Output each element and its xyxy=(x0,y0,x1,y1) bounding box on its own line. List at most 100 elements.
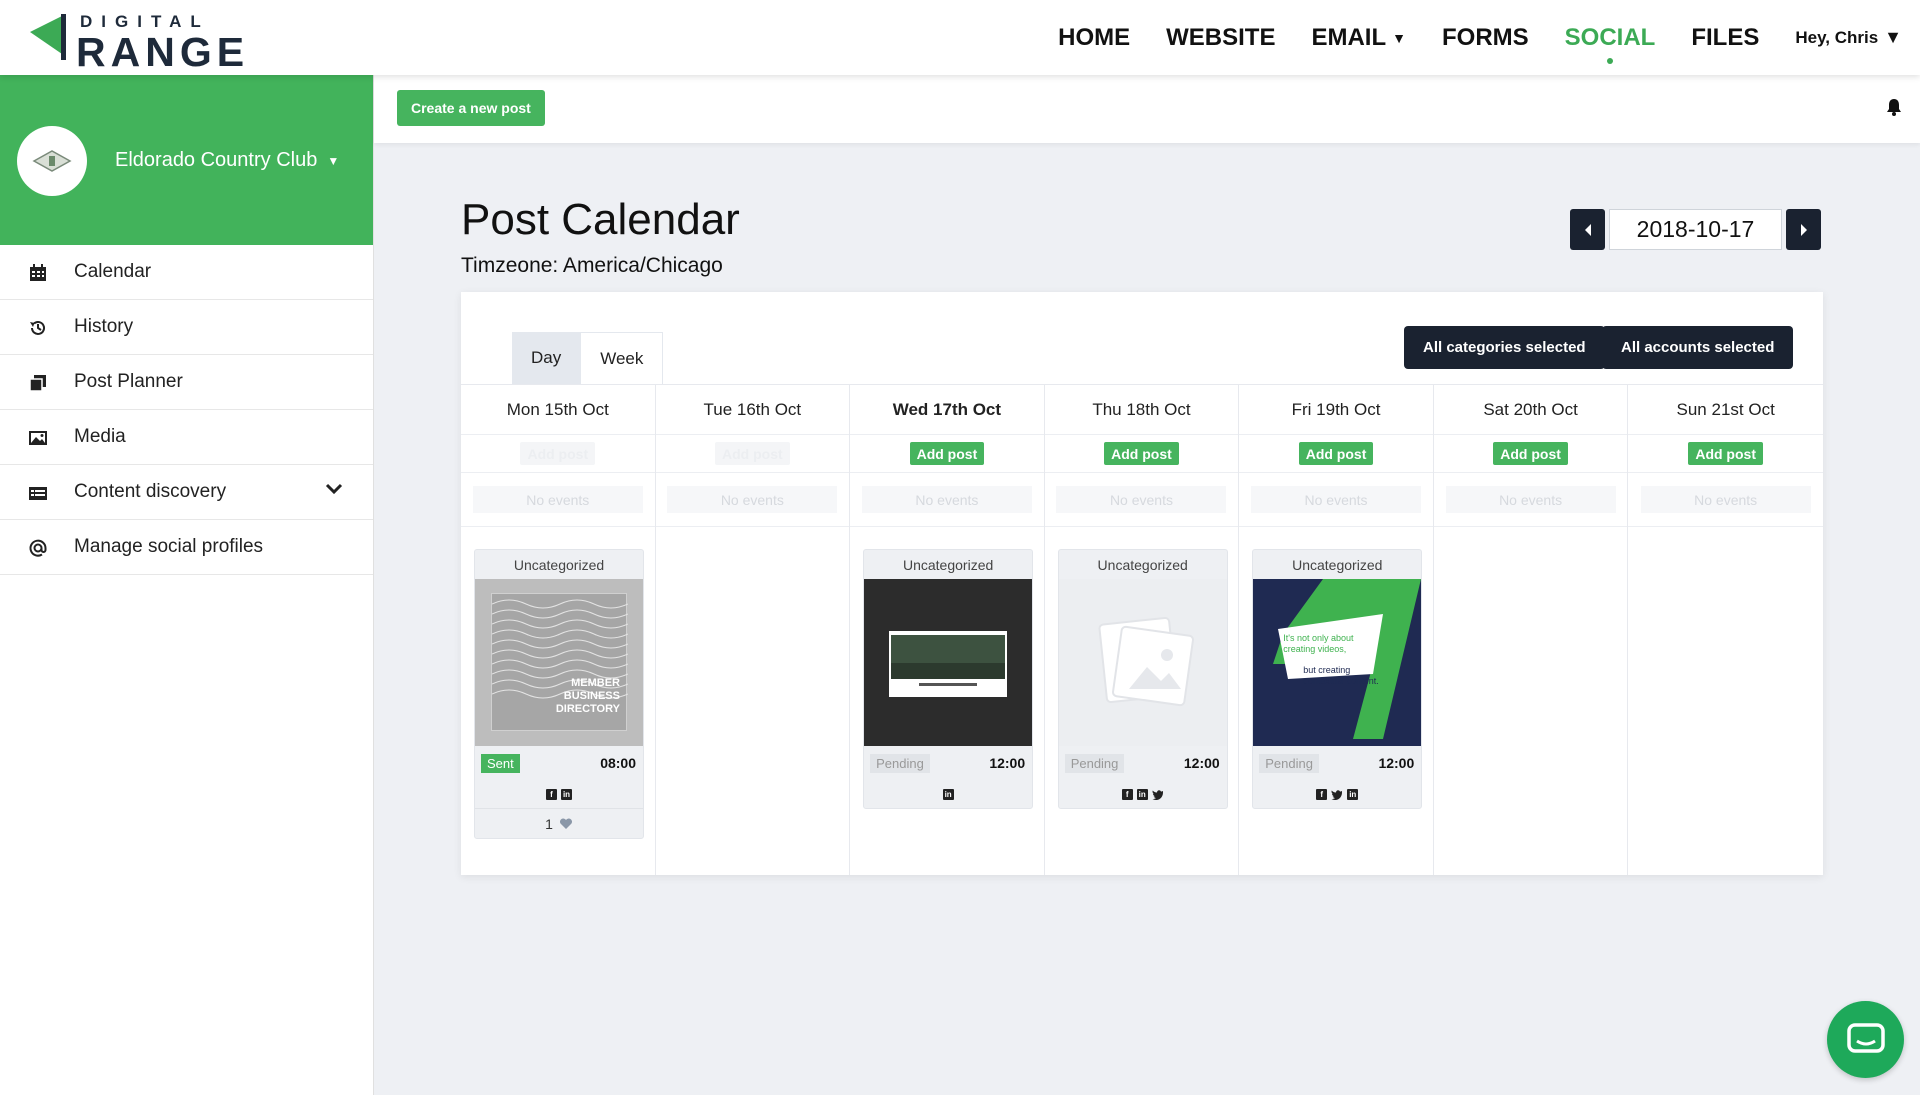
promo-text-line: but creating xyxy=(1303,665,1351,675)
post-thumbnail[interactable] xyxy=(1058,579,1227,746)
post-thumbnail[interactable]: MEMBER BUSINESS DIRECTORY xyxy=(475,579,643,746)
linkedin-icon: in xyxy=(1136,789,1148,800)
post-category: Uncategorized xyxy=(902,556,994,573)
chevron-down-icon[interactable] xyxy=(325,483,343,495)
post-card[interactable]: Uncategorized MEMBER BUSINESS DIRECTORY … xyxy=(474,549,644,839)
chat-launcher-button[interactable] xyxy=(1827,1001,1904,1078)
post-meta: Pending 12:00 xyxy=(864,746,1032,781)
add-post-button[interactable]: Add post xyxy=(909,442,985,465)
sidebar-item-label: Manage social profiles xyxy=(74,536,264,557)
linkedin-icon: in xyxy=(1347,789,1359,800)
logo-main-text: RANGE xyxy=(76,29,250,75)
add-post-row: Add post xyxy=(1044,435,1239,473)
sidebar-item-manage-social-profiles[interactable]: Manage social profiles xyxy=(0,520,373,575)
promo-subtext: but creating contextual content. xyxy=(1303,665,1393,687)
facebook-icon: f xyxy=(546,789,557,800)
post-time: 12:00 xyxy=(1183,755,1220,771)
digital-range-logo[interactable]: DIGITAL RANGE xyxy=(28,10,248,74)
status-badge: Pending xyxy=(870,754,930,773)
post-category: Uncategorized xyxy=(1097,556,1188,573)
sidebar-item-history[interactable]: History xyxy=(0,300,373,355)
day-column-sat: Sat 20th Oct Add post No events xyxy=(1433,385,1629,875)
post-networks: f in xyxy=(1253,781,1421,808)
likes-count: 1 xyxy=(545,815,553,832)
tab-day[interactable]: Day xyxy=(512,332,581,384)
day-column-sun: Sun 21st Oct Add post No events xyxy=(1628,385,1823,875)
post-card[interactable]: Uncategorized Pending 12:00 f in xyxy=(1057,549,1228,809)
chat-icon xyxy=(1846,1022,1885,1053)
promo-text-line: creating videos, xyxy=(1283,644,1347,654)
facebook-icon: f xyxy=(1121,789,1133,800)
no-events-row: No events xyxy=(850,473,1044,527)
post-meta: Pending 12:00 xyxy=(1059,746,1227,781)
no-events-label: No events xyxy=(1445,486,1616,513)
day-column-mon: Mon 15th Oct Add post No events Uncatego… xyxy=(461,385,656,875)
bell-icon[interactable] xyxy=(1886,98,1902,116)
sidebar-item-media[interactable]: Media xyxy=(0,410,373,465)
next-date-button[interactable] xyxy=(1786,209,1821,250)
previous-date-button[interactable] xyxy=(1570,209,1605,250)
sidebar-item-content-discovery[interactable]: Content discovery xyxy=(0,465,373,520)
post-card[interactable]: Uncategorized It's not only about creati… xyxy=(1252,549,1423,809)
post-networks: f in xyxy=(475,781,643,808)
post-card[interactable]: Uncategorized Pending 12:00 in xyxy=(863,549,1034,809)
create-post-button[interactable]: Create a new post xyxy=(397,90,545,126)
nav-social[interactable]: SOCIAL xyxy=(1565,24,1655,64)
post-time: 12:00 xyxy=(1378,755,1415,771)
nav-home-label: HOME xyxy=(1058,23,1131,51)
sidebar: Eldorado Country Club ▼ Calendar History… xyxy=(0,75,374,1095)
sidebar-item-post-planner[interactable]: Post Planner xyxy=(0,355,373,410)
post-category: Uncategorized xyxy=(1292,556,1383,573)
add-post-button[interactable]: Add post xyxy=(1104,442,1179,465)
nav-forms-label: FORMS xyxy=(1441,23,1529,51)
add-post-row: Add post xyxy=(1239,435,1433,473)
day-column-fri: Fri 19th Oct Add post No events Uncatego… xyxy=(1239,385,1434,875)
club-selector[interactable]: Eldorado Country Club ▼ xyxy=(115,149,339,172)
sidebar-item-label: Content discovery xyxy=(74,481,227,502)
caret-left-icon xyxy=(1584,223,1591,236)
day-header: Tue 16th Oct xyxy=(655,385,850,435)
status-badge: Pending xyxy=(1064,754,1125,773)
no-events-label: No events xyxy=(1640,486,1811,513)
add-post-row: Add post xyxy=(655,435,850,473)
caret-down-icon: ▼ xyxy=(1884,27,1902,47)
categories-filter-button[interactable]: All categories selected xyxy=(1404,326,1605,369)
user-greeting: Hey, Chris xyxy=(1795,27,1879,47)
post-thumbnail[interactable] xyxy=(864,579,1033,746)
day-column-tue: Tue 16th Oct Add post No events xyxy=(655,385,851,875)
calendar-card: Day Week All categories selected All acc… xyxy=(461,292,1823,875)
add-post-button[interactable]: Add post xyxy=(1298,442,1374,465)
website-screenshot-graphic xyxy=(889,631,1008,697)
twitter-icon xyxy=(1331,790,1343,800)
add-post-button: Add post xyxy=(715,442,790,465)
post-meta: Sent 08:00 xyxy=(475,746,643,781)
promo-text-line: It's not only about xyxy=(1283,633,1354,643)
day-header: Sat 20th Oct xyxy=(1433,385,1628,435)
no-events-label: No events xyxy=(861,486,1032,513)
add-post-button[interactable]: Add post xyxy=(1493,442,1568,465)
club-logo-icon xyxy=(32,150,72,172)
nav-forms[interactable]: FORMS xyxy=(1442,24,1529,52)
day-header: Fri 19th Oct xyxy=(1239,385,1433,435)
accounts-filter-button[interactable]: All accounts selected xyxy=(1602,326,1794,369)
add-post-button[interactable]: Add post xyxy=(1688,442,1763,465)
sidebar-item-calendar[interactable]: Calendar xyxy=(0,245,373,300)
tab-week[interactable]: Week xyxy=(580,332,664,384)
date-input[interactable] xyxy=(1609,209,1782,250)
history-icon xyxy=(30,320,45,335)
nav-home[interactable]: HOME xyxy=(1058,24,1130,52)
club-avatar[interactable] xyxy=(17,126,87,196)
post-networks: in xyxy=(864,781,1032,808)
week-grid: Mon 15th Oct Add post No events Uncatego… xyxy=(461,384,1823,875)
nav-website[interactable]: WEBSITE xyxy=(1166,24,1275,52)
thumbnail-text-line xyxy=(919,683,978,686)
status-badge: Pending xyxy=(1259,754,1319,773)
nav-email[interactable]: EMAIL ▼ xyxy=(1311,24,1406,52)
post-thumbnail[interactable]: It's not only about creating videos, but… xyxy=(1253,579,1422,746)
content-toolbar: Create a new post xyxy=(374,75,1920,143)
user-menu[interactable]: Hey, Chris ▼ xyxy=(1795,27,1902,48)
caret-down-icon: ▼ xyxy=(327,153,340,168)
nav-files[interactable]: FILES xyxy=(1691,24,1759,52)
nav-website-label: WEBSITE xyxy=(1166,23,1276,51)
no-events-row: No events xyxy=(1239,473,1433,527)
